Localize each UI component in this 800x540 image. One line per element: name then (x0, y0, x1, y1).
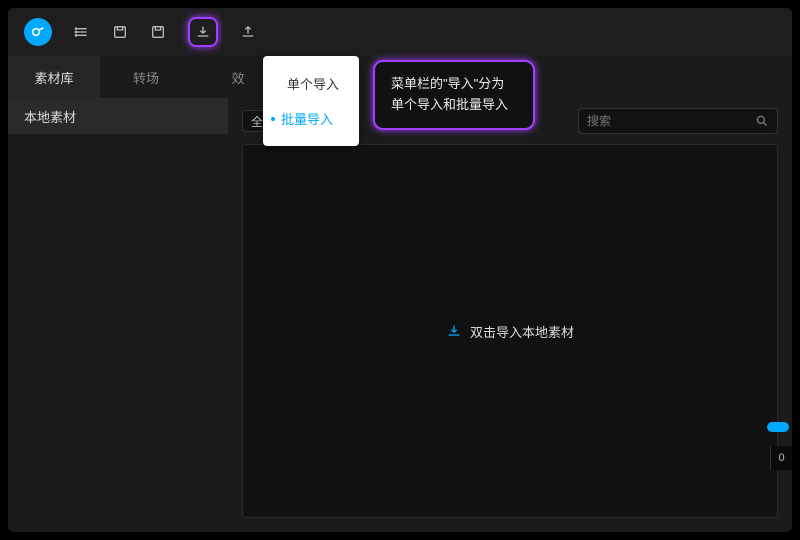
import-dropdown: 单个导入 批量导入 (263, 56, 359, 146)
app-logo[interactable] (24, 18, 52, 46)
save-as-icon[interactable] (150, 24, 166, 40)
bullet-icon (271, 117, 275, 121)
sidebar-item-local[interactable]: 本地素材 (8, 98, 228, 134)
drop-hint: 双击导入本地素材 (470, 322, 574, 341)
list-icon[interactable] (74, 24, 90, 40)
dropdown-item-single-import[interactable]: 单个导入 (263, 66, 359, 101)
right-edge-panel: 0 (764, 8, 792, 532)
dropdown-item-label: 单个导入 (287, 74, 339, 93)
logo-icon (30, 24, 46, 40)
main-panel: 全部 ✕ 双击导入本地素材 (228, 98, 792, 532)
tab-transition[interactable]: 转场 (100, 56, 192, 98)
search-input[interactable] (587, 114, 749, 128)
tooltip-line: 单个导入和批量导入 (391, 95, 517, 116)
export-icon[interactable] (240, 24, 256, 40)
guide-tooltip: 菜单栏的"导入"分为 单个导入和批量导入 (373, 60, 535, 130)
dropdown-item-batch-import[interactable]: 批量导入 (263, 101, 359, 136)
media-drop-area[interactable]: 双击导入本地素材 (242, 144, 778, 518)
save-icon[interactable] (112, 24, 128, 40)
sidebar: 本地素材 (8, 98, 228, 532)
body: 本地素材 全部 ✕ 双击导入本地 (8, 98, 792, 532)
timeline-tick: 0 (770, 446, 792, 470)
tab-library[interactable]: 素材库 (8, 56, 100, 98)
import-button[interactable] (188, 17, 218, 47)
dropdown-item-label: 批量导入 (281, 109, 333, 128)
tooltip-line: 菜单栏的"导入"分为 (391, 74, 517, 95)
search-box[interactable] (578, 108, 778, 134)
toolbar (8, 8, 792, 56)
download-icon (446, 323, 462, 339)
slider-thumb[interactable] (767, 422, 789, 432)
